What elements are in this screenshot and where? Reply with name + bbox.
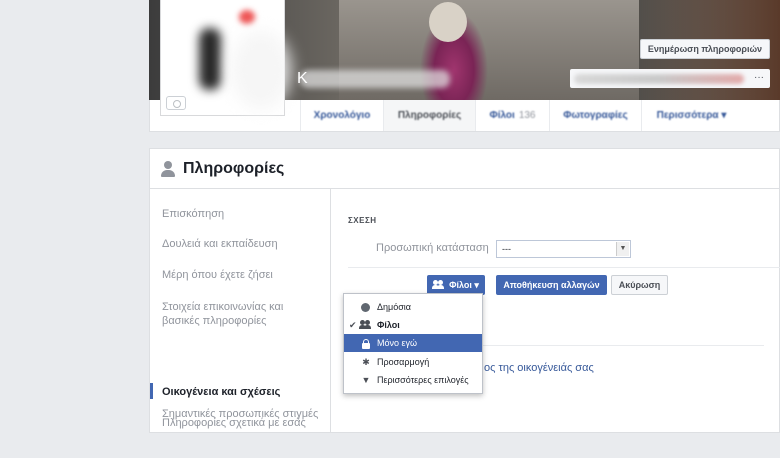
sidenav-item-family-relationships[interactable]: Οικογένεια και σχέσεις bbox=[162, 385, 322, 399]
profile-accent bbox=[239, 10, 255, 24]
audience-selector-button[interactable]: Φίλοι ▾ bbox=[427, 275, 485, 295]
relationship-status-value: --- bbox=[502, 244, 511, 254]
audience-option-only-me[interactable]: Μόνο εγώ bbox=[344, 334, 482, 352]
tab-timeline[interactable]: Χρονολόγιο bbox=[300, 100, 383, 131]
friends-icon bbox=[432, 280, 445, 290]
sidenav-active-indicator bbox=[150, 383, 153, 399]
audience-selector-label: Φίλοι ▾ bbox=[449, 279, 479, 290]
audience-menu: Δημόσια ✔ Φίλοι Μόνο εγώ ✱ Προσαρμογή ▼ … bbox=[343, 293, 483, 394]
audience-option-friends[interactable]: ✔ Φίλοι bbox=[344, 316, 482, 334]
checkmark-icon: ✔ bbox=[349, 319, 357, 330]
person-icon bbox=[161, 160, 175, 177]
divider bbox=[348, 267, 780, 268]
add-family-member-link[interactable]: ος της οικογένειάς σας bbox=[484, 362, 594, 374]
about-panel-header: Πληροφορίες bbox=[150, 149, 780, 189]
relationship-status-select[interactable]: --- ▼ bbox=[496, 240, 631, 258]
sidenav-item-life-events[interactable]: Σημαντικές προσωπικές στιγμές bbox=[162, 407, 322, 421]
tab-about[interactable]: Πληροφορίες bbox=[383, 100, 475, 131]
sidenav-item-places-lived[interactable]: Μέρη όπου έχετε ζήσει bbox=[162, 268, 322, 282]
camera-lens bbox=[173, 100, 181, 108]
profile-name-blurred bbox=[300, 70, 450, 88]
profile-name-initial: K bbox=[297, 70, 308, 87]
more-options-icon[interactable]: ··· bbox=[754, 72, 764, 83]
profile-glow bbox=[231, 30, 291, 110]
about-sidenav: Επισκόπηση Δουλειά και εκπαίδευση Μέρη ό… bbox=[150, 189, 331, 433]
tab-friends[interactable]: Φίλοι 136 bbox=[475, 100, 549, 131]
gear-icon: ✱ bbox=[362, 357, 370, 367]
sidenav-item-contact-basic-info[interactable]: Στοιχεία επικοινωνίας και βασικές πληροφ… bbox=[162, 300, 322, 328]
globe-icon bbox=[361, 302, 370, 312]
cover-figure-head bbox=[429, 2, 467, 42]
chevron-down-icon: ▼ bbox=[616, 242, 629, 256]
audience-option-public[interactable]: Δημόσια bbox=[344, 298, 482, 316]
friends-count: 136 bbox=[518, 110, 536, 121]
cancel-button[interactable]: Ακύρωση bbox=[611, 275, 668, 295]
profile-actions-bar[interactable]: ··· bbox=[570, 69, 770, 88]
profile-figure bbox=[199, 28, 221, 90]
about-panel-title: Πληροφορίες bbox=[183, 159, 285, 177]
relationship-section-label: ΣΧΕΣΗ bbox=[348, 216, 377, 225]
audience-option-custom[interactable]: ✱ Προσαρμογή bbox=[344, 353, 482, 371]
lock-icon bbox=[362, 338, 370, 349]
save-changes-button[interactable]: Αποθήκευση αλλαγών bbox=[496, 275, 607, 295]
sidenav-item-overview[interactable]: Επισκόπηση bbox=[162, 207, 322, 221]
friends-icon bbox=[359, 320, 372, 330]
divider bbox=[480, 345, 764, 346]
relationship-status-label: Προσωπική κατάσταση bbox=[376, 242, 489, 254]
audience-option-more[interactable]: ▼ Περισσότερες επιλογές bbox=[344, 371, 482, 389]
triangle-down-icon: ▼ bbox=[361, 375, 371, 385]
update-info-button[interactable]: Ενημέρωση πληροφοριών bbox=[640, 39, 770, 59]
blurred-actions bbox=[574, 74, 744, 84]
tab-photos[interactable]: Φωτογραφίες bbox=[549, 100, 641, 131]
camera-icon[interactable] bbox=[166, 96, 186, 110]
tab-more[interactable]: Περισσότερα ▾ bbox=[641, 100, 741, 131]
sidenav-item-work-education[interactable]: Δουλειά και εκπαίδευση bbox=[162, 237, 322, 251]
